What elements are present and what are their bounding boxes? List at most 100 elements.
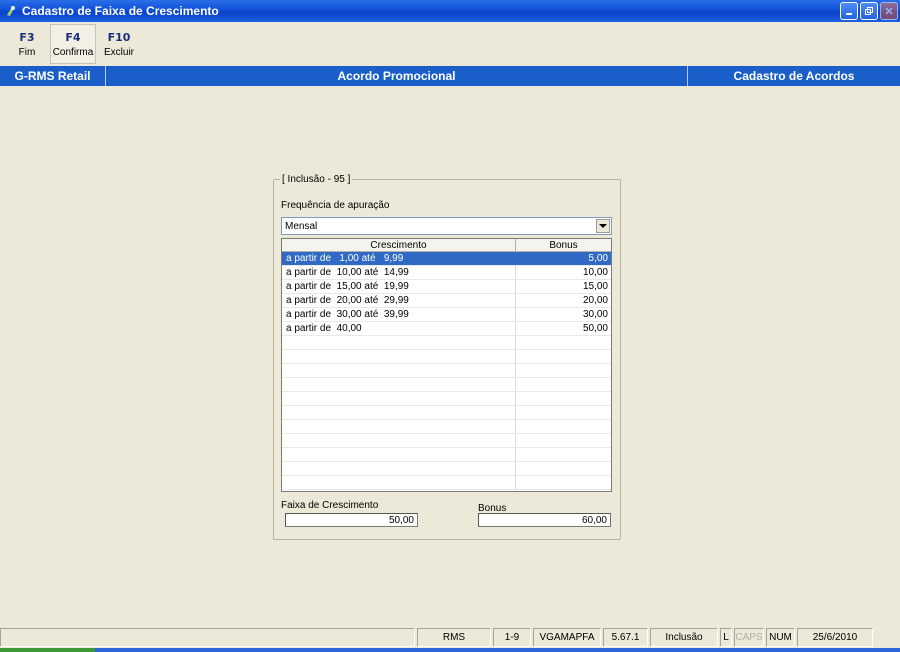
cell-crescimento: [282, 434, 516, 447]
empty-row[interactable]: [282, 392, 611, 406]
excluir-key: F10: [107, 30, 131, 44]
cell-bonus: 5,00: [588, 253, 608, 264]
table-row[interactable]: a partir de 40,00 50,00: [282, 322, 611, 336]
empty-row[interactable]: [282, 336, 611, 350]
empty-row[interactable]: [282, 378, 611, 392]
window-title: Cadastro de Faixa de Crescimento: [22, 4, 219, 18]
cell-bonus: [516, 434, 611, 447]
minimize-button[interactable]: [840, 2, 858, 20]
cell-bonus: [516, 350, 611, 363]
header-app-name: G-RMS Retail: [14, 69, 91, 83]
empty-row[interactable]: [282, 462, 611, 476]
status-date: 25/6/2010: [797, 628, 873, 647]
cell-crescimento: [282, 378, 516, 391]
column-header-bonus[interactable]: Bonus: [516, 239, 611, 251]
cell-bonus: [516, 364, 611, 377]
header-screen: Cadastro de Acordos: [733, 69, 855, 83]
cell-crescimento: a partir de 20,00 até 29,99: [282, 294, 516, 307]
dropdown-arrow-icon[interactable]: [596, 219, 610, 233]
cell-crescimento: [282, 336, 516, 349]
excluir-label: Excluir: [103, 46, 134, 58]
table-row[interactable]: a partir de 20,00 até 29,99 20,00: [282, 294, 611, 308]
cell-crescimento: a partir de 40,00: [282, 322, 516, 335]
cell-crescimento: [282, 448, 516, 461]
faixa-grid[interactable]: Crescimento Bonus a partir de 1,00 até 9…: [281, 238, 612, 492]
frequency-label: Frequência de apuração: [281, 200, 390, 211]
cell-bonus: [516, 420, 611, 433]
cell-crescimento: a partir de 1,00 até 9,99: [282, 252, 516, 265]
cell-bonus: 50,00: [582, 323, 608, 334]
empty-row[interactable]: [282, 406, 611, 420]
status-l: L: [720, 628, 732, 647]
grid-header: Crescimento Bonus: [282, 239, 611, 252]
status-user: VGAMAPFA: [533, 628, 601, 647]
cell-crescimento: [282, 406, 516, 419]
status-num: NUM: [766, 628, 795, 647]
cell-bonus: 20,00: [582, 295, 608, 306]
cell-crescimento: a partir de 15,00 até 19,99: [282, 280, 516, 293]
cell-crescimento: [282, 420, 516, 433]
table-row[interactable]: a partir de 1,00 até 9,99 5,00: [282, 252, 611, 266]
header-module: Acordo Promocional: [337, 69, 456, 83]
excluir-button[interactable]: F10 Excluir: [96, 24, 142, 64]
empty-row[interactable]: [282, 448, 611, 462]
cell-bonus: 10,00: [582, 267, 608, 278]
table-row[interactable]: a partir de 30,00 até 39,99 30,00: [282, 308, 611, 322]
restore-button[interactable]: [860, 2, 878, 20]
close-button[interactable]: [880, 2, 898, 20]
cell-crescimento: [282, 476, 516, 489]
empty-row[interactable]: [282, 420, 611, 434]
restore-icon: [865, 7, 873, 15]
faixa-input[interactable]: 50,00: [285, 513, 418, 527]
cell-bonus: 30,00: [582, 309, 608, 320]
status-range: 1-9: [493, 628, 531, 647]
status-caps: CAPS: [734, 628, 764, 647]
cell-crescimento: a partir de 30,00 até 39,99: [282, 308, 516, 321]
cell-bonus: [516, 392, 611, 405]
close-icon: [885, 7, 893, 15]
empty-row[interactable]: [282, 364, 611, 378]
toolbar: F3 Fim F4 Confirma F10 Excluir: [0, 22, 900, 66]
bonus-input[interactable]: 60,00: [478, 513, 611, 527]
grid-body: a partir de 1,00 até 9,99 5,00 a partir de…: [282, 252, 611, 490]
cell-bonus: [516, 378, 611, 391]
header-band: G-RMS Retail Acordo Promocional Cadastro…: [0, 66, 900, 86]
frequency-value: Mensal: [285, 220, 318, 232]
confirma-label: Confirma: [52, 46, 94, 58]
frequency-select[interactable]: Mensal: [281, 217, 612, 235]
cell-bonus: 15,00: [582, 281, 608, 292]
cell-bonus: [516, 476, 611, 489]
fim-key: F3: [19, 30, 35, 44]
cell-crescimento: [282, 350, 516, 363]
fim-button[interactable]: F3 Fim: [4, 24, 50, 64]
status-mode: Inclusão: [650, 628, 718, 647]
confirma-button[interactable]: F4 Confirma: [50, 24, 96, 64]
group-legend: [ Inclusão - 95 ]: [280, 174, 353, 185]
status-bar: RMS 1-9 VGAMAPFA 5.67.1 Inclusão L CAPS …: [0, 628, 900, 647]
cell-crescimento: [282, 364, 516, 377]
cell-bonus: [516, 448, 611, 461]
faixa-label: Faixa de Crescimento: [281, 500, 379, 511]
cell-crescimento: [282, 462, 516, 475]
fim-label: Fim: [18, 46, 36, 58]
app-icon: [4, 4, 18, 18]
inclusao-group: [ Inclusão - 95 ] Frequência de apuração…: [273, 174, 621, 540]
cell-bonus: [516, 462, 611, 475]
table-row[interactable]: a partir de 15,00 até 19,99 15,00: [282, 280, 611, 294]
taskbar-strip: [0, 648, 900, 652]
empty-row[interactable]: [282, 350, 611, 364]
cell-crescimento: a partir de 10,00 até 14,99: [282, 266, 516, 279]
status-system: RMS: [417, 628, 491, 647]
title-bar: Cadastro de Faixa de Crescimento: [0, 0, 900, 22]
empty-row[interactable]: [282, 434, 611, 448]
column-header-crescimento[interactable]: Crescimento: [282, 239, 516, 251]
empty-row[interactable]: [282, 476, 611, 490]
cell-bonus: [516, 406, 611, 419]
cell-bonus: [516, 336, 611, 349]
cell-crescimento: [282, 392, 516, 405]
status-message: [0, 628, 415, 647]
table-row[interactable]: a partir de 10,00 até 14,99 10,00: [282, 266, 611, 280]
status-version: 5.67.1: [603, 628, 648, 647]
minimize-icon: [846, 13, 852, 15]
confirma-key: F4: [65, 30, 81, 44]
